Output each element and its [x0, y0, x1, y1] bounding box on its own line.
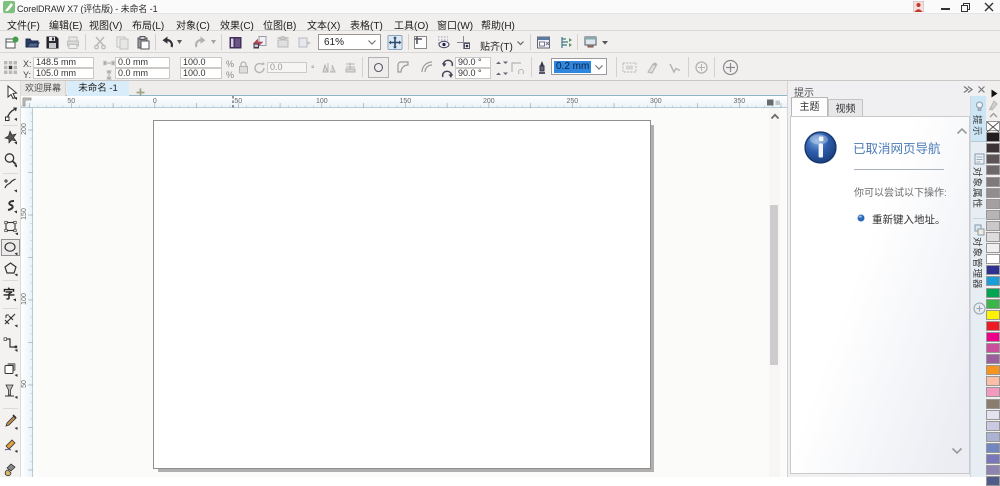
- svg-text:300: 300: [650, 98, 662, 105]
- svg-text:0: 0: [153, 98, 157, 105]
- svg-text:50: 50: [67, 98, 75, 105]
- svg-text:250: 250: [566, 98, 578, 105]
- svg-text:350: 350: [733, 98, 745, 105]
- svg-text:50: 50: [234, 98, 242, 105]
- svg-text:150: 150: [399, 98, 411, 105]
- svg-text:200: 200: [21, 123, 28, 135]
- svg-text:50: 50: [21, 380, 28, 388]
- svg-text:100: 100: [21, 293, 28, 305]
- svg-text:100: 100: [316, 98, 328, 105]
- svg-text:200: 200: [483, 98, 495, 105]
- svg-text:150: 150: [21, 208, 28, 220]
